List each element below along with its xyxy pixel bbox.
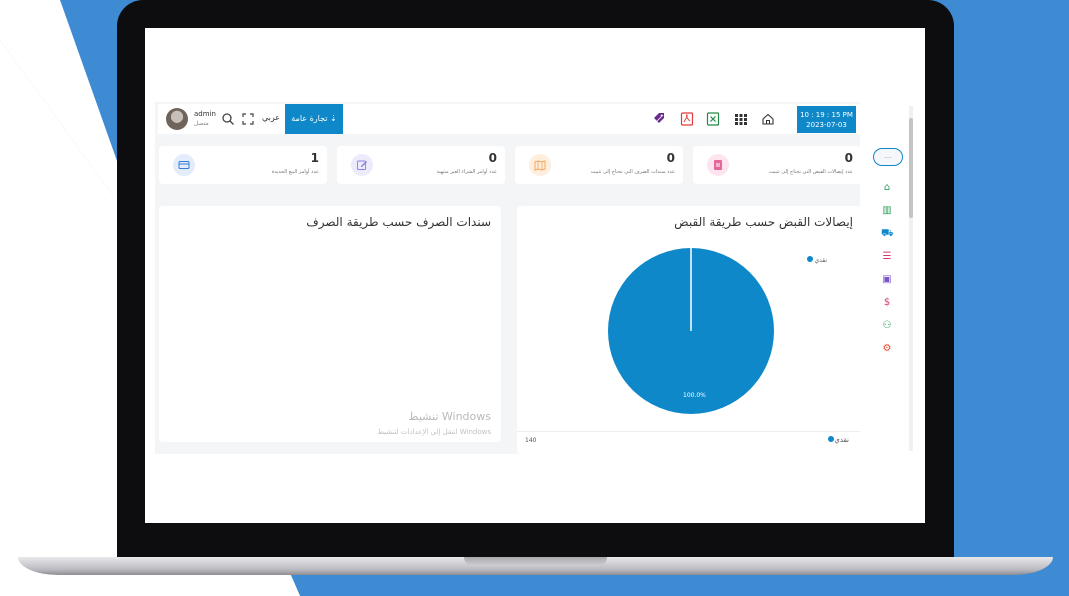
footer-value: 140 (525, 437, 537, 444)
stat-card-new-sales-orders[interactable]: 1 عدد أوامر البيع الجديدة (159, 146, 327, 184)
laptop-notch (464, 557, 607, 566)
stat-label: عدد أوامر البيع الجديدة (271, 169, 319, 175)
sidebar-toggle-pill[interactable]: ... (873, 148, 903, 166)
home-icon[interactable]: ⌂ (881, 182, 893, 194)
stat-card-pending-receipts[interactable]: 0 عدد إيصالات القبض التي تحتاج إلى تثبيت (693, 146, 861, 184)
dashboard-app: admin متصل عربي تجارة عامة ⇣ 10: 19: 1… (155, 102, 915, 454)
stat-label: عدد سندات الصرف التي تحتاج إلى تثبيت (590, 169, 675, 175)
receipt-icon (707, 154, 729, 176)
stat-value: 0 (488, 151, 497, 165)
excel-icon[interactable] (706, 112, 720, 126)
pie-slice-label: 100.0% (683, 392, 706, 399)
stat-label: عدد أوامر الشراء الغير منتهية (436, 169, 497, 175)
stat-card-pending-payments[interactable]: 0 عدد سندات الصرف التي تحتاج إلى تثبيت (515, 146, 683, 184)
scroll-thumb[interactable] (909, 118, 913, 218)
laptop-screen: admin متصل عربي تجارة عامة ⇣ 10: 19: 1… (145, 28, 925, 523)
home-icon[interactable] (761, 112, 775, 126)
users-icon[interactable]: ⚇ (881, 320, 893, 332)
clock-date: 2023-07-03 (806, 121, 847, 129)
tags-icon[interactable] (653, 112, 667, 126)
sidebar: ... ⌂ ▥ ⛟ ☰ ▣ $ ⚇ ⚙ (860, 102, 915, 454)
stat-value: 1 (310, 151, 319, 165)
bank-icon[interactable]: ▥ (881, 205, 893, 217)
company-dropdown-button[interactable]: تجارة عامة ⇣ (285, 104, 343, 134)
edit-icon (351, 154, 373, 176)
stat-card-open-purchase-orders[interactable]: 0 عدد أوامر الشراء الغير منتهية (337, 146, 505, 184)
map-icon (529, 154, 551, 176)
dollar-icon[interactable]: $ (881, 297, 893, 309)
clock-time: 10 : 19 : 15 PM (800, 111, 853, 119)
database-icon[interactable]: ☰ (881, 251, 893, 263)
receipts-panel: إيصالات القبض حسب طريقة القبض نقدي 100.0… (517, 206, 863, 454)
stat-value: 0 (666, 151, 675, 165)
avatar[interactable] (166, 108, 188, 130)
card-icon (173, 154, 195, 176)
apps-grid-icon[interactable] (734, 112, 748, 126)
user-status: متصل (194, 120, 209, 127)
box-icon[interactable]: ▣ (881, 274, 893, 286)
pdf-icon[interactable] (680, 112, 694, 126)
settings-icon[interactable]: ⚙ (881, 343, 893, 355)
search-icon[interactable] (221, 112, 235, 126)
windows-watermark-title: تنشيط Windows (408, 410, 491, 423)
chart-footer: 140 نقدي (517, 431, 863, 450)
user-name: admin (194, 110, 216, 118)
cart-icon[interactable]: ⛟ (881, 228, 894, 240)
footer-legend-label: نقدي (834, 436, 849, 444)
scrollbar[interactable] (909, 106, 913, 451)
footer-legend[interactable]: نقدي (828, 436, 849, 444)
stat-label: عدد إيصالات القبض التي تحتاج إلى تثبيت (768, 169, 853, 175)
top-bar: admin متصل عربي تجارة عامة ⇣ 10: 19: 1… (158, 104, 861, 134)
payments-panel: سندات الصرف حسب طريقة الصرف تنشيط Window… (159, 206, 501, 442)
stat-value: 0 (844, 151, 853, 165)
windows-watermark-subtitle: انتقل إلى الإعدادات لتنشيط Windows (377, 428, 491, 436)
payments-panel-title: سندات الصرف حسب طريقة الصرف (306, 215, 491, 229)
fullscreen-icon[interactable] (241, 112, 255, 126)
language-toggle[interactable]: عربي (262, 113, 280, 122)
clock-widget: 10 : 19 : 15 PM 2023-07-03 (797, 106, 856, 133)
